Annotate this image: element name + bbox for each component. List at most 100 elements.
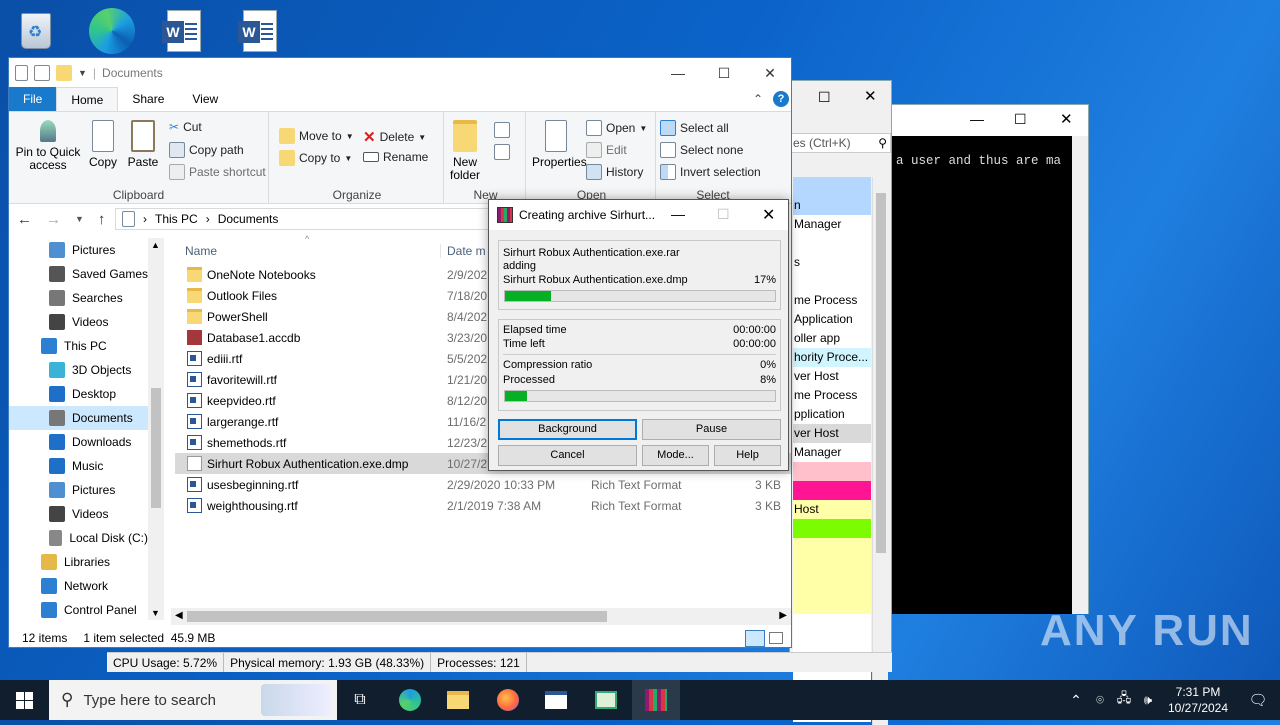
nav-item[interactable]: Libraries <box>9 550 148 574</box>
column-date-modified[interactable]: Date m <box>440 244 486 258</box>
close-icon[interactable]: ✕ <box>1060 110 1073 128</box>
tab-file[interactable]: File <box>9 87 57 111</box>
back-arrow-icon[interactable]: ← <box>17 211 32 228</box>
delete-button[interactable]: ✕ Delete ▼ <box>363 128 426 146</box>
console-taskbar-icon[interactable] <box>532 680 580 720</box>
tab-share[interactable]: Share <box>118 87 178 111</box>
nav-item[interactable]: Desktop <box>9 382 148 406</box>
nav-item[interactable]: Network <box>9 574 148 598</box>
collapse-ribbon-icon[interactable]: ⌃ <box>753 92 763 106</box>
task-view-icon[interactable]: ⧉ <box>336 680 384 720</box>
new-item-icon[interactable] <box>494 122 510 138</box>
process-search-input[interactable]: es (Ctrl+K) ⚲ <box>790 133 891 153</box>
scroll-left-icon[interactable]: ◀ <box>175 610 183 621</box>
scrollbar-thumb[interactable] <box>876 193 886 553</box>
task-manager-taskbar-icon[interactable] <box>582 680 630 720</box>
process-row[interactable] <box>793 481 871 500</box>
properties-button[interactable]: Properties <box>532 116 587 169</box>
process-row[interactable]: me Process <box>793 291 871 310</box>
maximize-icon[interactable]: ☐ <box>701 58 747 88</box>
minimize-icon[interactable]: — <box>671 206 685 222</box>
paste-button[interactable]: Paste <box>125 116 161 169</box>
scrollbar-thumb[interactable] <box>151 388 161 508</box>
help-icon[interactable]: ? <box>773 91 789 107</box>
console-scrollbar[interactable] <box>1072 136 1088 614</box>
taskbar-search-box[interactable]: ⚲ Type here to search <box>49 680 337 720</box>
scroll-up-icon[interactable]: ▲ <box>151 240 160 250</box>
process-row[interactable]: Manager <box>793 443 871 462</box>
copy-button[interactable]: Copy <box>85 116 121 169</box>
rename-button[interactable]: Rename <box>363 150 428 164</box>
word-document-icon[interactable] <box>238 6 280 56</box>
cut-button[interactable]: ✂ Cut <box>169 120 202 134</box>
tab-view[interactable]: View <box>178 87 232 111</box>
process-row[interactable] <box>793 519 871 538</box>
up-arrow-icon[interactable]: ↑ <box>98 211 106 228</box>
process-row[interactable]: me Process <box>793 386 871 405</box>
nav-item[interactable]: Documents <box>9 406 148 430</box>
process-row[interactable]: Host <box>793 500 871 519</box>
firefox-taskbar-icon[interactable] <box>484 680 532 720</box>
invert-selection-button[interactable]: Invert selection <box>660 164 761 180</box>
column-name[interactable]: Name <box>185 244 217 258</box>
file-row[interactable]: usesbeginning.rtf 2/29/2020 10:33 PM Rich … <box>175 474 791 495</box>
nav-item[interactable]: Videos <box>9 310 148 334</box>
select-all-button[interactable]: Select all <box>660 120 729 136</box>
history-button[interactable]: History <box>586 164 643 180</box>
process-row[interactable]: hority Proce... <box>793 348 871 367</box>
easy-access-icon[interactable] <box>494 144 510 160</box>
copy-path-button[interactable]: Copy path <box>169 142 244 158</box>
mode-button[interactable]: Mode... <box>642 445 709 466</box>
scrollbar-thumb[interactable] <box>187 611 607 622</box>
process-list[interactable]: n Manager s me Process Application oller app… <box>793 177 871 722</box>
clock[interactable]: 7:31 PM 10/27/2024 <box>1160 684 1236 716</box>
chevron-up-icon[interactable]: ⌃ <box>1064 692 1088 709</box>
meet-now-icon[interactable]: ⌾ <box>1088 692 1112 708</box>
maximize-icon[interactable]: ☐ <box>818 89 831 106</box>
process-row[interactable]: Manager <box>793 215 871 234</box>
background-button[interactable]: Background <box>498 419 637 440</box>
nav-item[interactable]: Pictures <box>9 238 148 262</box>
move-to-button[interactable]: Move to ▼ <box>279 128 354 144</box>
forward-arrow-icon[interactable]: → <box>46 211 61 228</box>
copy-to-button[interactable]: Copy to ▼ <box>279 150 352 166</box>
recycle-bin-icon[interactable] <box>12 6 60 56</box>
edit-button[interactable]: Edit <box>586 142 627 158</box>
file-explorer-taskbar-icon[interactable] <box>434 680 482 720</box>
network-icon[interactable]: 🖧 <box>1112 689 1136 711</box>
minimize-icon[interactable]: — <box>970 111 984 127</box>
open-button[interactable]: Open ▼ <box>586 120 647 136</box>
process-row[interactable]: s <box>793 253 871 272</box>
process-row[interactable]: ver Host <box>793 424 871 443</box>
close-icon[interactable]: ✕ <box>762 205 775 225</box>
nav-item[interactable]: Local Disk (C:) <box>9 526 148 550</box>
process-row[interactable] <box>793 557 871 576</box>
nav-item[interactable]: Pictures <box>9 478 148 502</box>
tab-home[interactable]: Home <box>56 87 119 111</box>
process-row[interactable]: pplication <box>793 405 871 424</box>
winrar-taskbar-icon[interactable] <box>632 680 680 720</box>
pin-to-quick-access-button[interactable]: Pin to Quick access <box>13 116 83 172</box>
nav-item[interactable]: Videos <box>9 502 148 526</box>
process-row[interactable] <box>793 595 871 614</box>
breadcrumb-this-pc[interactable]: This PC <box>155 212 198 226</box>
edge-desktop-icon[interactable] <box>84 6 140 56</box>
process-row[interactable] <box>793 538 871 557</box>
address-bar[interactable]: › This PC › Documents <box>115 208 495 230</box>
nav-item[interactable]: Music <box>9 454 148 478</box>
pause-button[interactable]: Pause <box>642 419 781 440</box>
notification-icon[interactable]: 🗨 <box>1236 691 1280 709</box>
nav-item[interactable]: Control Panel <box>9 598 148 620</box>
nav-item[interactable]: Searches <box>9 286 148 310</box>
details-view-icon[interactable] <box>745 630 765 647</box>
nav-item[interactable]: 3D Objects <box>9 358 148 382</box>
process-row[interactable]: n <box>793 196 871 215</box>
start-button[interactable] <box>0 680 48 720</box>
new-folder-button[interactable]: New folder <box>448 116 482 182</box>
breadcrumb-documents[interactable]: Documents <box>218 212 279 226</box>
process-row[interactable] <box>793 462 871 481</box>
navigation-scrollbar[interactable]: ▲ ▼ <box>148 238 164 620</box>
horizontal-scrollbar[interactable]: ◀ ▶ <box>171 608 791 625</box>
help-button[interactable]: Help <box>714 445 781 466</box>
process-list-scrollbar[interactable] <box>872 177 888 725</box>
